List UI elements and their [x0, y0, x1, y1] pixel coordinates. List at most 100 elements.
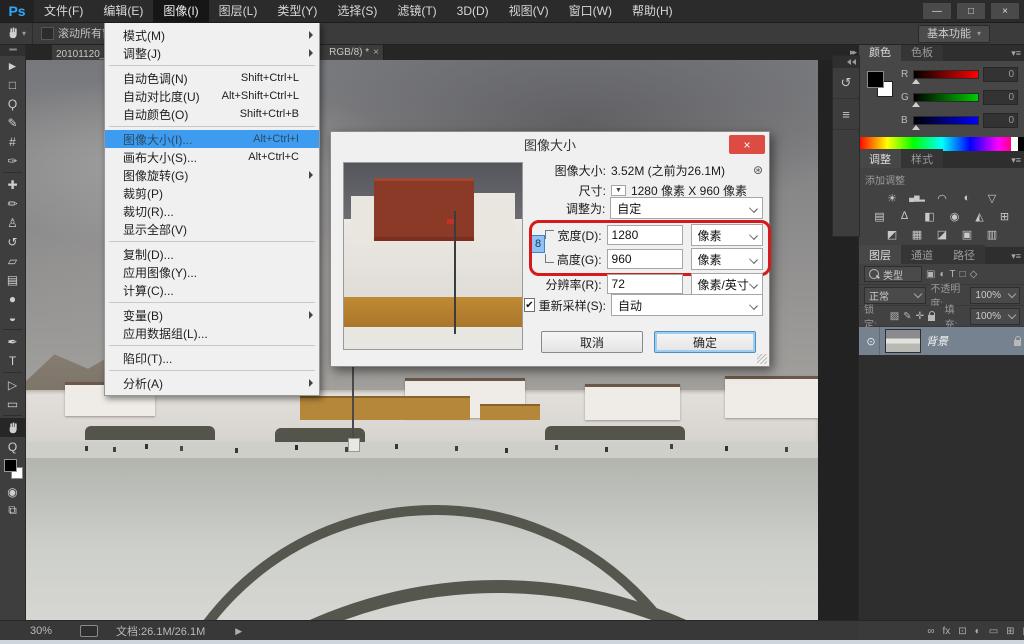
ok-button[interactable]: 确定 [654, 331, 756, 353]
color-balance-icon[interactable]: ∆ [896, 208, 914, 224]
opacity-value[interactable]: 100% [970, 287, 1020, 304]
menu-item-auto-tone[interactable]: 自动色调(N)Shift+Ctrl+L [105, 69, 319, 87]
zoom-tool[interactable]: Q [0, 437, 25, 456]
properties-panel-icon[interactable]: ≡ [833, 99, 859, 130]
resample-select[interactable]: 自动 [611, 294, 763, 316]
red-slider[interactable] [913, 70, 979, 79]
zoom-level-field[interactable]: 30% [30, 625, 70, 637]
width-input[interactable] [607, 225, 683, 245]
dimensions-dropdown-icon[interactable]: ▼ [611, 185, 626, 196]
blur-tool[interactable]: ● [0, 289, 25, 308]
dodge-tool[interactable]: ◒ [0, 308, 25, 327]
group-layers-icon[interactable]: ▭ [989, 626, 998, 637]
tool-preset-dropdown-icon[interactable]: ▾ [22, 29, 26, 38]
path-selection-tool[interactable]: ▷ [0, 375, 25, 394]
menu-item-adjustments[interactable]: 调整(J) [105, 44, 319, 62]
threshold-icon[interactable]: ◪ [933, 226, 951, 242]
hand-tool[interactable] [0, 418, 25, 437]
quick-mask-button[interactable]: ◉ [0, 482, 25, 501]
quick-selection-tool[interactable]: ✎ [0, 113, 25, 132]
pen-tool[interactable]: ✒ [0, 332, 25, 351]
blue-slider[interactable] [913, 116, 979, 125]
photo-filter-icon[interactable]: ◉ [946, 208, 964, 224]
panel-menu-icon[interactable]: ▾≡ [1011, 48, 1021, 59]
menu-filter[interactable]: 滤镜(T) [387, 0, 446, 22]
status-options-arrow-icon[interactable]: ▶ [235, 626, 242, 637]
brightness-contrast-icon[interactable]: ☀ [883, 190, 901, 206]
shape-tool[interactable]: ▭ [0, 394, 25, 413]
menu-edit[interactable]: 编辑(E) [93, 0, 153, 22]
layer-row-background[interactable]: ⊙ 背景 [859, 327, 1024, 355]
menu-window[interactable]: 窗口(W) [559, 0, 622, 22]
menu-item-variables[interactable]: 变量(B) [105, 306, 319, 324]
menu-layer[interactable]: 图层(L) [209, 0, 268, 22]
menu-item-crop[interactable]: 裁剪(P) [105, 184, 319, 202]
layer-filter-select[interactable]: 类型 [864, 266, 922, 282]
maximize-button[interactable]: □ [956, 2, 986, 20]
menu-help[interactable]: 帮助(H) [622, 0, 683, 22]
menu-type[interactable]: 类型(Y) [267, 0, 327, 22]
tools-dock-header[interactable]: ▪▪▪▪ [0, 44, 25, 56]
eraser-tool[interactable]: ▱ [0, 251, 25, 270]
blue-value[interactable]: 0 [983, 113, 1018, 128]
tab-adjustments[interactable]: 调整 [859, 149, 901, 168]
green-slider[interactable] [913, 93, 979, 102]
filter-shape-icon[interactable]: □ [960, 269, 966, 280]
menu-image[interactable]: 图像(I) [153, 0, 208, 22]
expand-panels-icon[interactable] [833, 56, 859, 68]
invert-icon[interactable]: ◩ [883, 226, 901, 242]
channel-mixer-icon[interactable]: ◭ [971, 208, 989, 224]
history-panel-icon[interactable]: ↺ [833, 68, 859, 99]
lock-pixels-icon[interactable]: ✎ [903, 311, 911, 322]
filter-type-icon[interactable]: T [950, 269, 956, 280]
menu-item-mode[interactable]: 模式(M) [105, 26, 319, 44]
history-brush-tool[interactable]: ↺ [0, 232, 25, 251]
filter-image-icon[interactable]: ▣ [926, 269, 935, 280]
image-preview[interactable] [343, 162, 523, 350]
screen-mode-button[interactable]: ⧉ [0, 501, 25, 520]
resolution-unit-select[interactable]: 像素/英寸 [691, 273, 763, 295]
scrubby-zoom-icon[interactable] [80, 625, 98, 637]
menu-select[interactable]: 选择(S) [327, 0, 387, 22]
menu-item-trim[interactable]: 裁切(R)... [105, 202, 319, 220]
crop-tool[interactable]: # [0, 132, 25, 151]
brush-tool[interactable]: ✏ [0, 194, 25, 213]
height-input[interactable] [607, 249, 683, 269]
lock-all-icon[interactable] [928, 315, 935, 321]
workspace-switcher[interactable]: 基本功能 ▾ [918, 25, 990, 43]
menu-item-auto-contrast[interactable]: 自动对比度(U)Alt+Shift+Ctrl+L [105, 87, 319, 105]
menu-file[interactable]: 文件(F) [34, 0, 93, 22]
tab-channels[interactable]: 通道 [901, 245, 943, 264]
hue-saturation-icon[interactable]: ▤ [871, 208, 889, 224]
resolution-input[interactable] [607, 274, 683, 294]
gradient-map-icon[interactable]: ▥ [983, 226, 1001, 242]
adjustment-layer-icon[interactable]: ◐ [975, 626, 981, 637]
scroll-all-windows-checkbox[interactable] [41, 27, 54, 40]
width-unit-select[interactable]: 像素 [691, 224, 763, 246]
panel-menu-icon[interactable]: ▾≡ [1011, 251, 1021, 262]
clone-stamp-tool[interactable]: ♙ [0, 213, 25, 232]
foreground-background-swatches[interactable] [0, 456, 25, 482]
menu-item-reveal-all[interactable]: 显示全部(V) [105, 220, 319, 238]
slider-thumb[interactable] [912, 102, 920, 107]
vibrance-icon[interactable]: ▽ [983, 190, 1001, 206]
levels-icon[interactable]: ▄▆▂ [908, 190, 926, 206]
dialog-close-button[interactable]: × [729, 135, 765, 154]
foreground-color-swatch[interactable] [867, 71, 884, 88]
gear-icon[interactable]: ⊛ [753, 163, 763, 177]
red-value[interactable]: 0 [983, 67, 1018, 82]
filter-adjustment-icon[interactable]: ◐ [939, 269, 945, 280]
layer-style-icon[interactable]: fx [942, 626, 950, 637]
spectrum-black-swatch[interactable] [1018, 137, 1024, 151]
filter-smart-object-icon[interactable]: ◇ [970, 269, 978, 280]
resize-grip[interactable] [757, 354, 767, 364]
type-tool[interactable]: T [0, 351, 25, 370]
close-button[interactable]: × [990, 2, 1020, 20]
curves-icon[interactable]: ◠ [933, 190, 951, 206]
menu-item-calculations[interactable]: 计算(C)... [105, 281, 319, 299]
menu-item-duplicate[interactable]: 复制(D)... [105, 245, 319, 263]
menu-item-analysis[interactable]: 分析(A) [105, 374, 319, 392]
menu-item-image-rotation[interactable]: 图像旋转(G) [105, 166, 319, 184]
menu-view[interactable]: 视图(V) [499, 0, 559, 22]
lock-position-icon[interactable]: ✛ [916, 311, 924, 322]
